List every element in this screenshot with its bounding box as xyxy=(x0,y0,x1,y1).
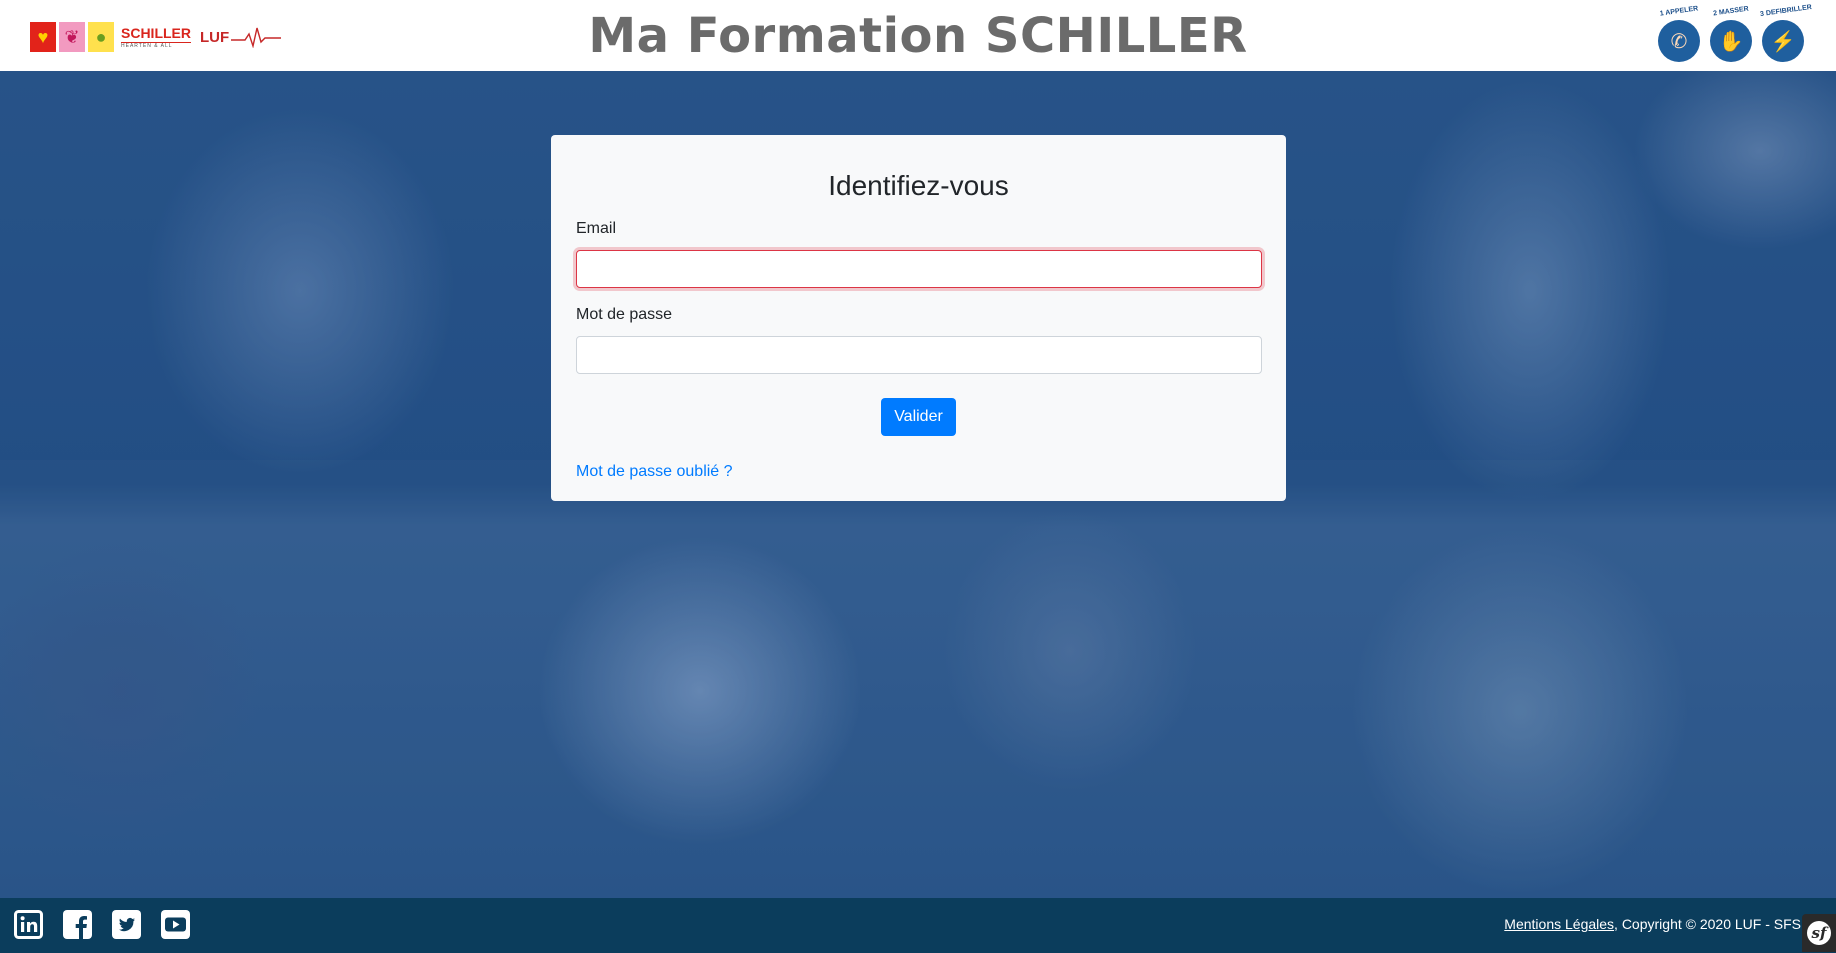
site-header: ♥ ❦ ● SCHILLER HEARTEN & ALL LUF Ma Form… xyxy=(0,0,1836,71)
password-field[interactable] xyxy=(576,336,1262,374)
legal-mentions-link[interactable]: Mentions Légales xyxy=(1504,916,1614,932)
facebook-icon[interactable] xyxy=(63,910,92,939)
forgot-password-link[interactable]: Mot de passe oublié ? xyxy=(576,463,733,481)
twitter-icon[interactable] xyxy=(112,910,141,939)
symfony-toolbar-toggle[interactable]: sf xyxy=(1802,914,1836,952)
step-label: 1 APPELER xyxy=(1659,5,1699,18)
youtube-icon[interactable] xyxy=(161,910,190,939)
copyright-text: , Copyright © 2020 LUF - SFS xyxy=(1614,916,1801,932)
photo-lower-overlay xyxy=(0,460,1836,898)
legal-notice: Mentions Légales, Copyright © 2020 LUF -… xyxy=(1504,916,1801,932)
cpr-steps-logo: 1 APPELER ✆ 2 MASSER ✋ 3 DEFIBRILLER ⚡ xyxy=(1656,3,1813,62)
login-card: Identifiez-vous Email Mot de passe Valid… xyxy=(551,135,1286,501)
defibrillator-icon: ⚡ xyxy=(1762,20,1804,62)
linkedin-icon[interactable] xyxy=(14,910,43,939)
password-label: Mot de passe xyxy=(576,306,673,323)
email-field[interactable] xyxy=(576,250,1262,288)
submit-button[interactable]: Valider xyxy=(881,398,956,436)
login-title: Identifiez-vous xyxy=(828,170,1009,201)
site-footer: Mentions Légales, Copyright © 2020 LUF -… xyxy=(0,898,1836,953)
phone-hand-icon: ✆ xyxy=(1658,20,1700,62)
step-label: 3 DEFIBRILLER xyxy=(1759,3,1813,19)
symfony-icon: sf xyxy=(1807,921,1831,945)
hand-icon: ✋ xyxy=(1710,20,1752,62)
step-defibrillate: 3 DEFIBRILLER ⚡ xyxy=(1759,3,1813,62)
page-title: Ma Formation SCHILLER xyxy=(588,8,1248,64)
email-label: Email xyxy=(576,220,617,237)
social-links xyxy=(14,910,190,939)
step-call: 1 APPELER ✆ xyxy=(1656,5,1702,62)
step-massage: 2 MASSER ✋ xyxy=(1708,5,1754,62)
step-label: 2 MASSER xyxy=(1712,5,1750,18)
